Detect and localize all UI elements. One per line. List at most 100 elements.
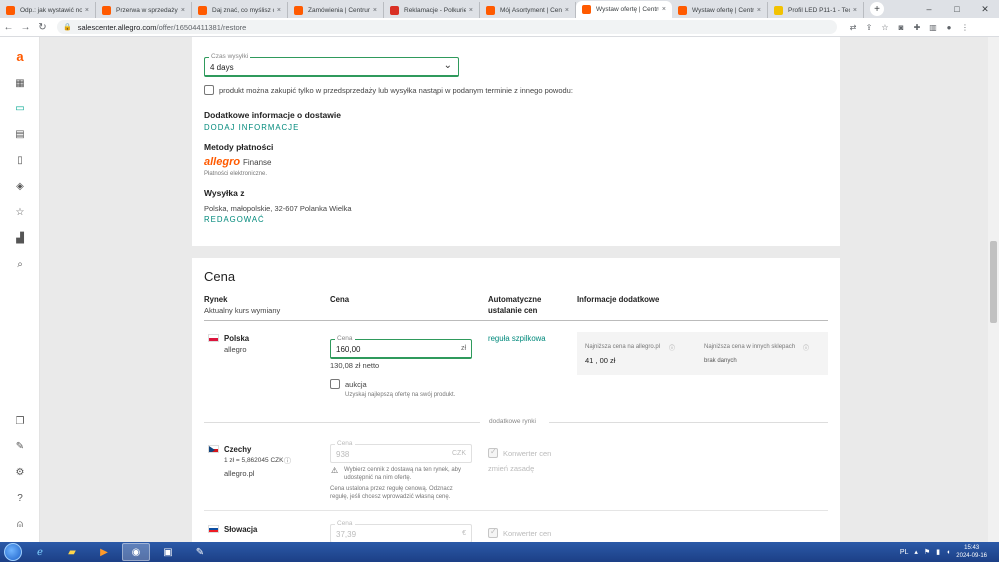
slovakia-price-input[interactable]: Cena 37,39 €	[330, 520, 472, 542]
language-indicator[interactable]: PL	[900, 549, 909, 556]
close-window-icon[interactable]: ✕	[971, 4, 999, 15]
poland-price-input[interactable]: Cena 160,00 zł	[330, 335, 472, 359]
translate-icon[interactable]: ⇄	[845, 23, 861, 32]
divider-left	[204, 422, 480, 423]
add-info-link[interactable]: DODAJ INFORMACJE	[204, 123, 299, 132]
address-bar[interactable]: 🔒 salescenter.allegro.com/offer/16504411…	[57, 20, 837, 34]
lowest-allegro-label: Najniższa cena na allegro.pl	[585, 344, 661, 350]
browser-tab[interactable]: Daj znać, co myślisz o t ×	[192, 2, 288, 18]
col-price: Cena	[330, 295, 350, 304]
extensions-puzzle-icon[interactable]: ✚	[909, 23, 925, 32]
help-icon[interactable]: ?	[13, 491, 27, 505]
auction-checkbox[interactable]	[330, 379, 340, 389]
chrome-icon[interactable]: ◉	[122, 543, 150, 561]
close-tab-icon[interactable]: ×	[85, 7, 89, 14]
scroll-thumb[interactable]	[990, 241, 997, 323]
czech-name: Czechy	[224, 445, 252, 454]
czech-flag-icon	[208, 445, 219, 453]
forward-icon[interactable]: →	[17, 22, 34, 33]
network-icon[interactable]: ▮	[936, 548, 940, 556]
tray-arrow-icon[interactable]: ▴	[914, 548, 918, 556]
tool-icon[interactable]: ✎	[186, 543, 214, 561]
user-icon[interactable]: ⍝	[13, 517, 27, 531]
share-icon[interactable]: ⇪	[861, 23, 877, 32]
shipping-time-select[interactable]: Czas wysyłki 4 days ⌄	[204, 53, 459, 77]
maximize-icon[interactable]: □	[943, 4, 971, 14]
poland-price-value: 160,00	[336, 345, 361, 354]
tag-icon[interactable]: ◈	[13, 179, 27, 193]
close-tab-icon[interactable]: ×	[469, 7, 473, 14]
stats-icon[interactable]: ▟	[13, 231, 27, 245]
start-button[interactable]	[4, 543, 22, 561]
orders-icon[interactable]: ▤	[13, 127, 27, 141]
lock-icon: 🔒	[63, 24, 72, 31]
page-scrollbar[interactable]	[988, 37, 999, 542]
tab-title: Wystaw ofertę | Centru	[692, 6, 754, 14]
browser-tab[interactable]: Mój Asortyment | Centr ×	[480, 2, 576, 18]
czech-warning-2: udostępnić na nim ofertę.	[344, 475, 412, 481]
presale-checkbox[interactable]	[204, 85, 214, 95]
documents-icon[interactable]: ▯	[13, 153, 27, 167]
url-host: salescenter.allegro.com	[77, 22, 157, 32]
star-icon[interactable]: ☆	[13, 205, 27, 219]
minimize-icon[interactable]: –	[915, 4, 943, 14]
menu-icon[interactable]: ⋮	[957, 23, 973, 32]
close-tab-icon[interactable]: ×	[181, 7, 185, 14]
back-icon[interactable]: ←	[0, 22, 17, 33]
edit-icon[interactable]: ✎	[13, 439, 27, 453]
pricing-rule-link[interactable]: reguła szpilkowa	[488, 334, 546, 343]
info-icon[interactable]: ⓘ	[284, 456, 291, 466]
explorer-icon[interactable]: ▰	[58, 543, 86, 561]
poland-price-label: Cena	[335, 335, 355, 342]
browser-tab[interactable]: Profil LED P11-1 - Tech ×	[768, 2, 864, 18]
messages-icon[interactable]: ❐	[13, 414, 27, 428]
browser-tab[interactable]: Przerwa w sprzedaży | ×	[96, 2, 192, 18]
info-icon[interactable]: ⓘ	[803, 343, 809, 352]
close-tab-icon[interactable]: ×	[373, 7, 377, 14]
browser-tab[interactable]: Wystaw ofertę | Centru ×	[576, 1, 672, 18]
close-tab-icon[interactable]: ×	[757, 7, 761, 14]
tab-title: Przerwa w sprzedaży |	[116, 6, 178, 14]
edit-address-link[interactable]: REDAGOWAĆ	[204, 215, 265, 224]
divider-right	[549, 422, 828, 423]
app-window-icon[interactable]: ▣	[154, 543, 182, 561]
tab-favicon-icon	[6, 5, 15, 15]
search-icon[interactable]: ⌕	[13, 257, 27, 271]
tab-favicon-icon	[678, 5, 687, 15]
czech-note: Cena ustalona przez regułę cenową. Odzna…	[330, 486, 453, 492]
reload-icon[interactable]: ↻	[34, 22, 51, 33]
side-panel-icon[interactable]: ▥	[925, 23, 941, 32]
czech-converter-checkbox[interactable]	[488, 447, 498, 458]
close-tab-icon[interactable]: ×	[662, 6, 666, 13]
change-rule-link[interactable]: zmień zasadę	[488, 464, 534, 473]
browser-tab[interactable]: Odp.: jak wystawić now ×	[0, 2, 96, 18]
czech-currency: CZK	[452, 450, 466, 457]
slovakia-price-value: 37,39	[336, 530, 357, 539]
clock[interactable]: 15:43 2024-09-16	[956, 544, 987, 560]
info-icon[interactable]: ⓘ	[669, 343, 675, 352]
close-tab-icon[interactable]: ×	[565, 7, 569, 14]
new-tab-button[interactable]: +	[870, 2, 884, 16]
allegro-logo[interactable]: a	[13, 49, 27, 64]
price-card: Cena Rynek Aktualny kurs wymiany Cena Au…	[192, 258, 840, 542]
extension-camera-icon[interactable]: ◙	[893, 23, 909, 32]
dashboard-icon[interactable]: ▦	[13, 76, 27, 90]
browser-tab[interactable]: Wystaw ofertę | Centru ×	[672, 2, 768, 18]
czech-price-input[interactable]: Cena 938 CZK	[330, 440, 472, 463]
auction-label: aukcja	[345, 380, 367, 389]
flag-icon[interactable]: ⚑	[924, 548, 930, 556]
browser-tab[interactable]: Reklamacje - Polkurier ×	[384, 2, 480, 18]
settings-icon[interactable]: ⚙	[13, 465, 27, 479]
media-player-icon[interactable]: ▶	[90, 543, 118, 561]
close-tab-icon[interactable]: ×	[853, 7, 857, 14]
profile-icon[interactable]: ●	[941, 23, 957, 32]
offers-icon[interactable]: ▭	[13, 101, 27, 115]
ie-icon[interactable]: ℯ	[26, 543, 54, 561]
close-tab-icon[interactable]: ×	[277, 7, 281, 14]
volume-icon[interactable]: ◖	[946, 549, 950, 556]
bookmark-star-icon[interactable]: ☆	[877, 23, 893, 32]
slovakia-converter-checkbox[interactable]	[488, 527, 498, 538]
tab-favicon-icon	[390, 5, 399, 15]
tab-title: Zamówienia | Centrum	[308, 6, 370, 14]
browser-tab[interactable]: Zamówienia | Centrum ×	[288, 2, 384, 18]
